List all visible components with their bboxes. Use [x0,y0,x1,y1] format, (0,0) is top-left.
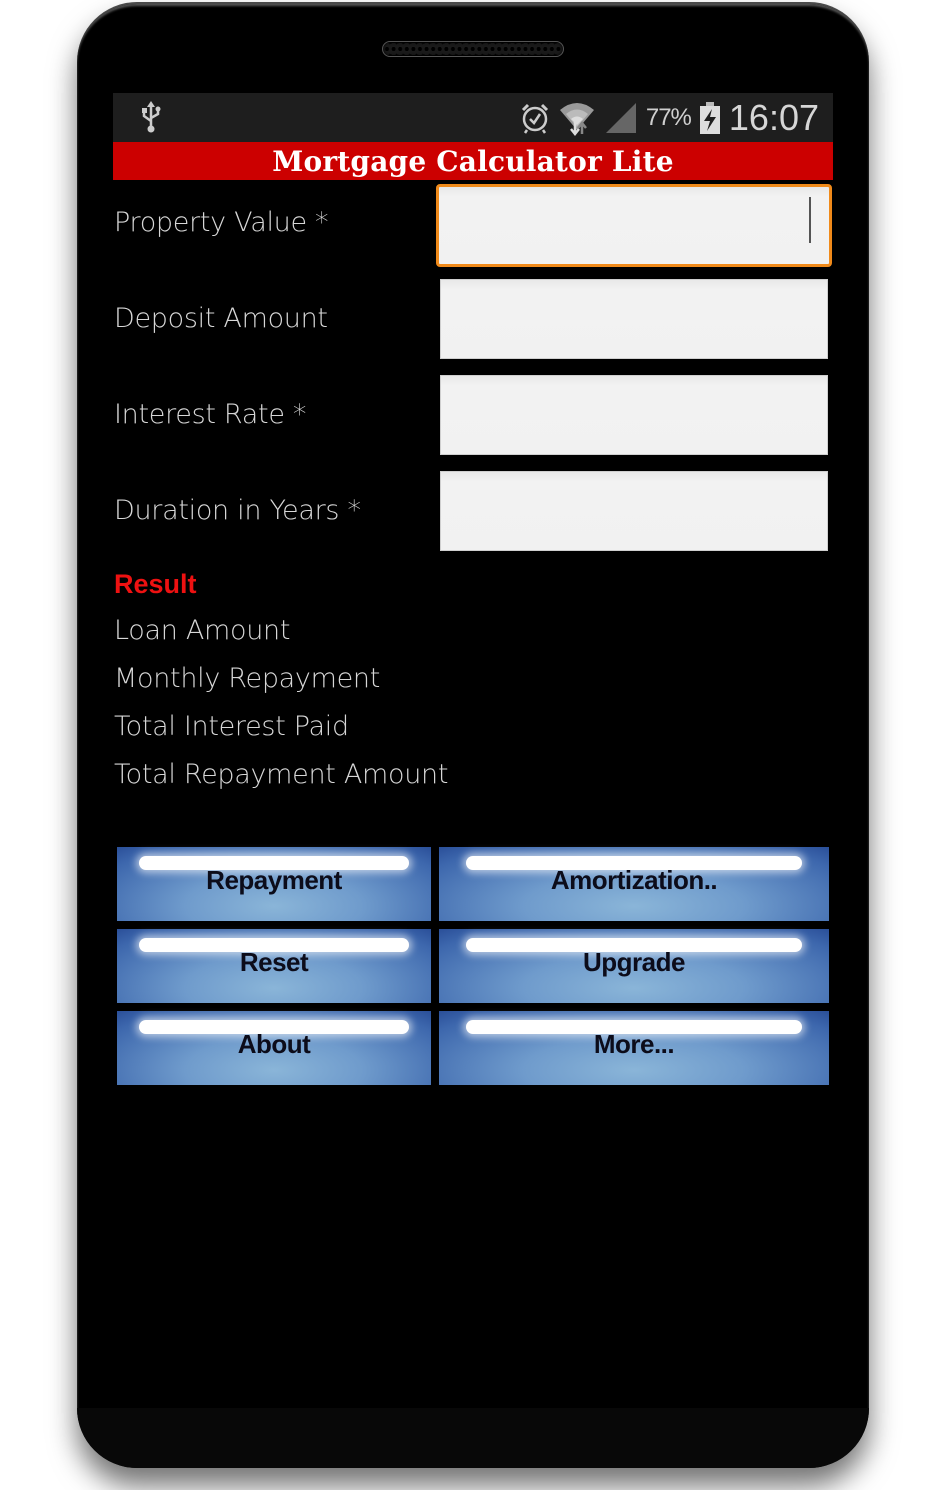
app-title: Mortgage Calculator Lite [272,144,674,178]
total-interest-paid-label: Total Interest Paid [114,711,349,742]
amortization-button-label: Amortization.. [550,864,718,895]
repayment-button-label: Repayment [206,864,342,895]
alarm-icon [521,103,548,134]
total-repayment-amount-label: Total Repayment Amount [114,759,449,790]
property-value-label: Property Value * [114,207,329,238]
upgrade-button[interactable]: Upgrade [439,929,829,1003]
deposit-amount-label: Deposit Amount [114,303,328,334]
repayment-button[interactable]: Repayment [117,847,431,921]
more-button-label: More... [593,1028,675,1059]
clock: 16:07 [728,96,819,138]
reset-button-label: Reset [239,946,309,977]
about-button[interactable]: About [117,1011,431,1085]
loan-amount-label: Loan Amount [114,615,291,646]
reset-button[interactable]: Reset [117,929,431,1003]
amortization-button[interactable]: Amortization.. [439,847,829,921]
screen: 77% 16:07 Mortgage Calculator Lite Prope… [113,93,833,1393]
battery-percent: 77% [645,103,692,131]
interest-rate-input[interactable] [440,375,828,455]
interest-rate-label: Interest Rate * [114,399,307,430]
property-value-input[interactable] [436,184,832,267]
battery-charging-icon [699,101,720,134]
signal-icon [605,102,636,133]
deposit-amount-input[interactable] [440,279,828,359]
duration-input[interactable] [440,471,828,551]
duration-label: Duration in Years * [114,495,361,526]
result-heading: Result [114,569,197,599]
wifi-icon [559,102,594,136]
upgrade-button-label: Upgrade [583,946,685,977]
more-button[interactable]: More... [439,1011,829,1085]
monthly-repayment-label: Monthly Repayment [114,663,381,694]
app-title-bar: Mortgage Calculator Lite [113,142,833,180]
phone-bottom-bezel [77,1408,869,1468]
about-button-label: About [237,1028,311,1059]
status-bar: 77% 16:07 [113,93,833,142]
usb-icon [142,101,161,133]
speaker-grille [382,41,564,57]
text-caret [809,197,811,243]
